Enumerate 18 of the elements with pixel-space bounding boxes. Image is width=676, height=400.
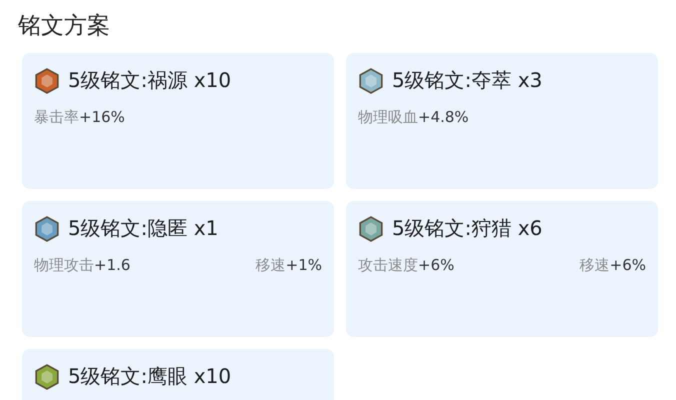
rune-name: 5级铭文:祸源 x10: [68, 67, 232, 94]
rune-name: 5级铭文:鹰眼 x10: [68, 363, 232, 390]
stat-name: 攻击速度: [358, 256, 418, 274]
stat-name: 物理攻击: [34, 256, 94, 274]
rune-name: 5级铭文:夺萃 x3: [392, 67, 542, 94]
stat-value: +6%: [610, 256, 646, 274]
stat-value: +4.8%: [418, 108, 469, 126]
stat-name: 移速: [256, 256, 286, 274]
stat-value: +6%: [418, 256, 454, 274]
rune-name: 5级铭文:狩猎 x6: [392, 215, 542, 242]
stat-value: +1.6: [94, 256, 130, 274]
stat-name: 物理吸血: [358, 108, 418, 126]
stat-name: 暴击率: [34, 108, 79, 126]
stat-name: 移速: [580, 256, 610, 274]
rune-name: 5级铭文:隐匿 x1: [68, 215, 218, 242]
section-title: 铭文方案: [18, 12, 111, 41]
stat-value: +1%: [286, 256, 322, 274]
stat-value: +16%: [79, 108, 125, 126]
